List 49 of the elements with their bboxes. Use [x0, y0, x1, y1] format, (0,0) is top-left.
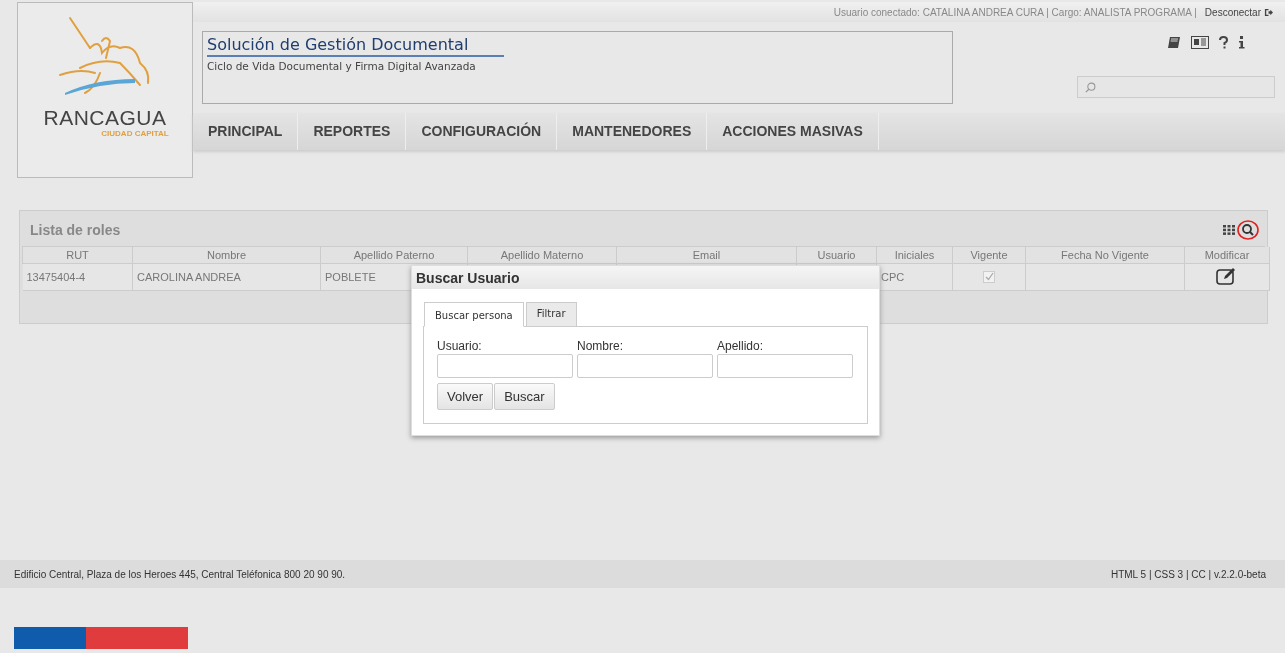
column-header: Usuario: [817, 249, 856, 261]
menu-item[interactable]: PRINCIPAL: [193, 113, 299, 150]
book-icon[interactable]: [1167, 36, 1181, 49]
dialog-button[interactable]: Volver: [437, 383, 494, 410]
app-title: Solución de Gestión Documental: [207, 35, 504, 57]
column-header: Apellido Paterno: [353, 249, 435, 261]
user-info: Usuario conectado: CATALINA ANDREA CURA | Cargo: ANALISTA PROGRAMA |: [833, 6, 1197, 18]
dialog-title: Buscar Usuario: [416, 269, 520, 286]
search-icon: [1085, 80, 1096, 94]
column-header: Fecha No Vigente: [1061, 249, 1149, 261]
newspaper-icon[interactable]: [1191, 36, 1209, 49]
field-label: Nombre:: [577, 339, 624, 353]
input-field[interactable]: [577, 354, 713, 378]
logo-tagline: CIUDAD CAPITAL: [101, 129, 169, 139]
column-header: Nombre: [206, 249, 247, 261]
logout-icon: [1264, 7, 1273, 17]
column-header: Iniciales: [894, 249, 935, 261]
column-header: Apellido Materno: [500, 249, 584, 261]
tab[interactable]: Filtrar: [525, 302, 577, 327]
version-info: HTML 5 | CSS 3 | CC | v.2.2.0-beta: [1110, 568, 1266, 580]
table-cell: 13475404-4: [26, 271, 86, 283]
panel-title: Lista de roles: [30, 221, 121, 238]
column-header: Modificar: [1204, 249, 1250, 261]
menu-item[interactable]: ACCIONES MASIVAS: [707, 113, 879, 150]
menu-item[interactable]: CONFIGURACIÓN: [406, 113, 558, 150]
app-subtitle: Ciclo de Vida Documental y Firma Digital Avanzada: [207, 60, 477, 72]
search-icon[interactable]: [1237, 219, 1259, 240]
menu-item[interactable]: REPORTES: [298, 113, 407, 150]
input-field[interactable]: [717, 354, 853, 378]
table-cell: CAROLINA ANDREA: [137, 271, 241, 283]
dialog-button[interactable]: Buscar: [494, 383, 555, 410]
table-cell: POBLETE: [325, 271, 376, 283]
menu-item[interactable]: MANTENEDORES: [557, 113, 708, 150]
tab[interactable]: Buscar persona: [424, 302, 524, 327]
edit-icon[interactable]: [1216, 267, 1238, 285]
search-field[interactable]: [1077, 76, 1275, 98]
input-field[interactable]: [437, 354, 573, 378]
info-icon[interactable]: [1238, 36, 1245, 49]
footer-address: Edificio Central, Plaza de los Heroes 445, Central Teléfonica 800 20 90 90.: [14, 568, 346, 580]
field-label: Apellido:: [717, 339, 765, 353]
column-header: Email: [692, 249, 721, 261]
logout-link[interactable]: Desconectar: [1204, 6, 1273, 18]
column-header: Vigente: [970, 249, 1008, 261]
column-header: RUT: [66, 249, 89, 261]
field-label: Usuario:: [437, 339, 483, 353]
table-cell: CPC: [881, 271, 905, 283]
help-icon[interactable]: [1219, 36, 1228, 49]
logo-name: RANCAGUA: [43, 107, 167, 129]
grid-icon[interactable]: [1223, 224, 1235, 235]
